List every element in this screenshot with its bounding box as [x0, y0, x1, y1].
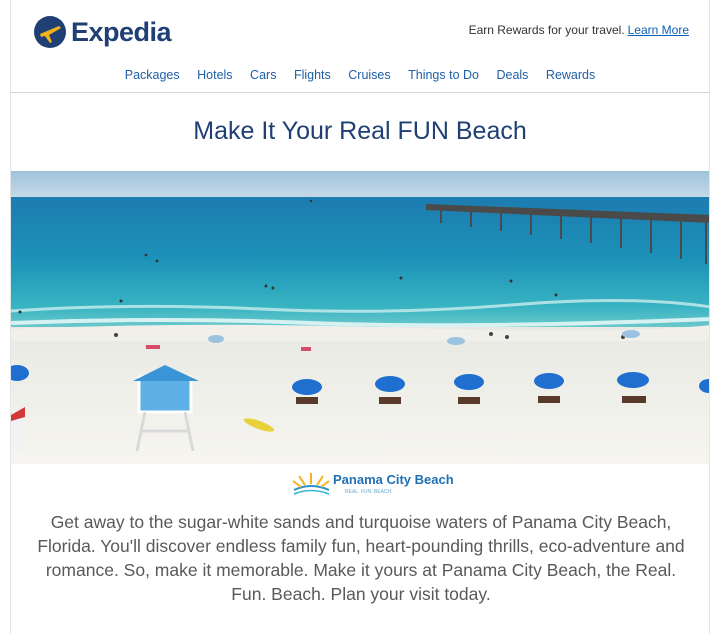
email-container: Expedia Earn Rewards for your travel. Lea…: [10, 0, 710, 634]
nav-cars[interactable]: Cars: [250, 68, 276, 82]
email-header: Expedia Earn Rewards for your travel. Lea…: [11, 0, 709, 93]
nav-hotels[interactable]: Hotels: [197, 68, 232, 82]
sun-icon: [292, 473, 330, 495]
logo-name: Panama City Beach: [333, 472, 454, 487]
nav-deals[interactable]: Deals: [496, 68, 528, 82]
brand-name: Expedia: [71, 16, 172, 47]
main-nav: Packages Hotels Cars Flights Cruises Thi…: [11, 68, 709, 82]
intro-paragraph: Get away to the sugar-white sands and tu…: [37, 512, 685, 604]
nav-rewards[interactable]: Rewards: [546, 68, 595, 82]
expedia-logo[interactable]: Expedia: [33, 15, 172, 49]
rewards-promo: Earn Rewards for your travel. Learn More: [469, 23, 689, 37]
logo-tagline: REAL. FUN. BEACH.: [345, 489, 393, 495]
nav-packages[interactable]: Packages: [125, 68, 180, 82]
nav-things-to-do[interactable]: Things to Do: [408, 68, 479, 82]
learn-more-link[interactable]: Learn More: [628, 23, 689, 37]
panama-city-beach-logo[interactable]: Panama City Beach REAL. FUN. BEACH.: [11, 468, 709, 498]
nav-flights[interactable]: Flights: [294, 68, 331, 82]
nav-cruises[interactable]: Cruises: [348, 68, 390, 82]
beach-hero-image[interactable]: [11, 171, 709, 464]
rewards-text: Earn Rewards for your travel.: [468, 23, 625, 37]
page-title: Make It Your Real FUN Beach: [193, 117, 527, 145]
plane-globe-icon: [34, 16, 66, 48]
